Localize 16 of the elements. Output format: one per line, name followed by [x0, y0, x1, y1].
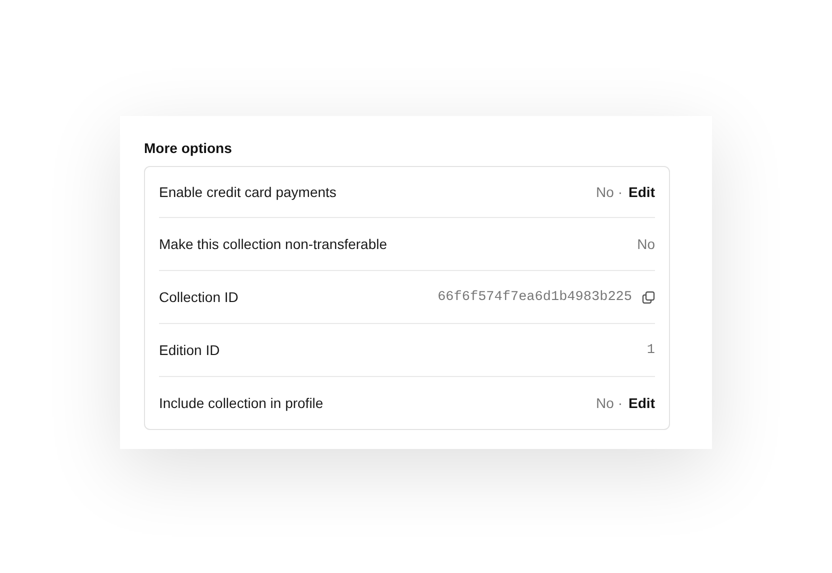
collection-id: 66f6f574f7ea6d1b4983b225 — [438, 290, 632, 304]
edit-link[interactable]: Edit — [628, 184, 655, 200]
option-label: Collection ID — [159, 289, 238, 305]
copy-icon[interactable] — [642, 290, 655, 304]
edit-link[interactable]: Edit — [628, 395, 655, 411]
separator-dot: · — [618, 184, 623, 200]
option-value: No — [637, 236, 655, 252]
option-value: No — [596, 395, 614, 411]
option-label: Include collection in profile — [159, 395, 324, 411]
section-title: More options — [144, 139, 233, 158]
option-value: 1 — [646, 342, 655, 358]
option-label: Edition ID — [159, 342, 220, 358]
option-label: Enable credit card payments — [159, 184, 336, 200]
option-label: Make this collection non-transferable — [159, 236, 388, 252]
option-value: No — [596, 184, 614, 200]
separator-dot: · — [618, 395, 623, 411]
